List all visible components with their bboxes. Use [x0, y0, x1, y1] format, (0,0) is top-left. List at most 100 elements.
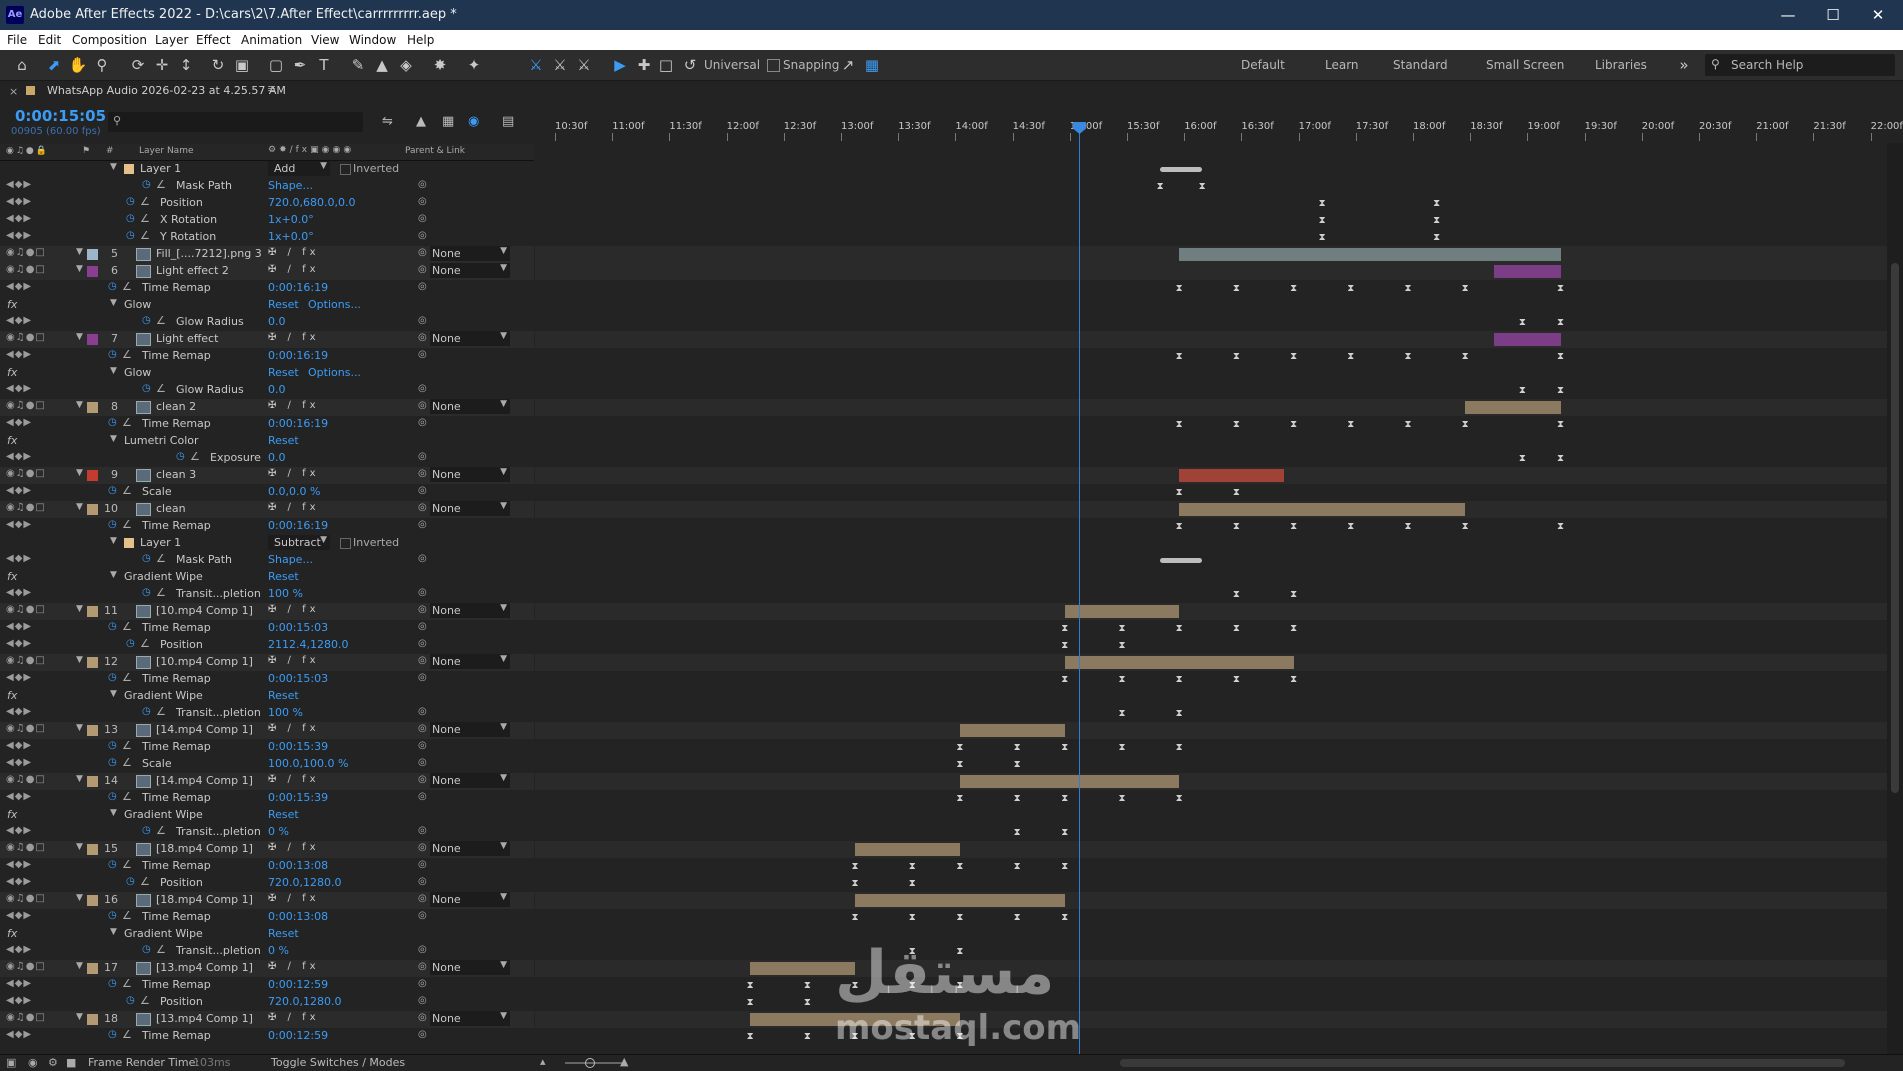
property-value[interactable]: 0:00:12:59	[268, 1029, 328, 1042]
keyframe-icon[interactable]: ⧗	[1290, 419, 1298, 430]
layer-row-prop[interactable]: ◀◆▶ ◷ ∠ Time Remap 0:00:16:19 ◎	[0, 518, 534, 535]
property-value[interactable]: 0:00:15:39	[268, 791, 328, 804]
layer-row-layer[interactable]: ◉♫●□ ▼ 8 clean 2 ✠ ∕ fx ◎ None ▼	[0, 399, 534, 416]
mask-path-span[interactable]	[1160, 558, 1203, 563]
menu-animation[interactable]: Animation	[241, 33, 302, 47]
layer-row-prop[interactable]: ◀◆▶ ◷ ∠ Transit...pletion 0 % ◎	[0, 943, 534, 960]
layer-row-prop[interactable]: ◀◆▶ ◷ ∠ Time Remap 0:00:13:08 ◎	[0, 909, 534, 926]
track-row[interactable]	[535, 807, 1887, 824]
expression-pick-whip-icon[interactable]: ◎	[418, 910, 427, 921]
keyframe-navigator[interactable]: ◀◆▶	[6, 995, 32, 1006]
stopwatch-icon[interactable]: ◷	[108, 519, 117, 530]
pan-behind-tool-icon[interactable]: ▣	[232, 55, 252, 75]
track-row[interactable]	[535, 603, 1887, 620]
rotation-tool-icon[interactable]: ↻	[208, 55, 228, 75]
keyframe-icon[interactable]: ⧗	[1118, 708, 1126, 719]
graph-icon[interactable]: ∠	[140, 637, 150, 650]
keyframe-navigator[interactable]: ◀◆▶	[6, 876, 32, 887]
stopwatch-icon[interactable]: ◷	[126, 638, 135, 649]
close-tab-icon[interactable]: ×	[9, 85, 18, 98]
parent-pick-whip-icon[interactable]: ◎	[418, 468, 427, 479]
rectangle-tool-icon[interactable]: ▢	[266, 55, 286, 75]
track-row[interactable]	[535, 433, 1887, 450]
layer-duration-bar[interactable]	[1493, 333, 1561, 346]
layer-name[interactable]: Light effect	[156, 332, 218, 345]
layer-label-color[interactable]	[87, 1014, 98, 1025]
property-value[interactable]: 0:00:16:19	[268, 417, 328, 430]
parent-pick-whip-icon[interactable]: ◎	[418, 264, 427, 275]
layer-row-layer[interactable]: ◉♫●□ ▼ 9 clean 3 ✠ ∕ fx ◎ None ▼	[0, 467, 534, 484]
keyframe-icon[interactable]: ⧗	[956, 759, 964, 770]
graph-icon[interactable]: ∠	[122, 620, 132, 633]
layer-switches[interactable]: ✠ ∕ fx	[268, 1012, 320, 1023]
parent-dropdown[interactable]: None ▼	[430, 722, 510, 737]
layer-row-prop[interactable]: ◀◆▶ ◷ ∠ Exposure 0.0 ◎	[0, 450, 534, 467]
graph-icon[interactable]: ∠	[156, 943, 166, 956]
twirl-expand-icon[interactable]: ▼	[76, 774, 83, 784]
parent-pick-whip-icon[interactable]: ◎	[418, 774, 427, 785]
av-switches[interactable]: ◉♫●□	[6, 774, 46, 785]
graph-icon[interactable]: ∠	[156, 586, 166, 599]
stopwatch-icon[interactable]: ◷	[108, 281, 117, 292]
layer-row-layer[interactable]: ◉♫●□ ▼ 17 [13.mp4 Comp 1] ✠ ∕ fx ◎ None ▼	[0, 960, 534, 977]
layer-switches[interactable]: ✠ ∕ fx	[268, 842, 320, 853]
property-value[interactable]: 100.0,100.0 %	[268, 757, 348, 770]
keyframe-icon[interactable]: ⧗	[1232, 623, 1240, 634]
fx-icon[interactable]: fx	[7, 570, 17, 583]
keyframe-navigator[interactable]: ◀◆▶	[6, 791, 32, 802]
graph-icon[interactable]: ∠	[122, 909, 132, 922]
clone-stamp-tool-icon[interactable]: ▲	[372, 55, 392, 75]
fx-icon[interactable]: fx	[7, 927, 17, 940]
workspace-default[interactable]: Default	[1241, 58, 1285, 72]
layer-row-effect[interactable]: fx ▼ Gradient Wipe Reset	[0, 688, 534, 705]
menu-composition[interactable]: Composition	[72, 33, 147, 47]
selection-tool-icon[interactable]: ⬈	[44, 55, 64, 75]
brush-tool-icon[interactable]: ✎	[348, 55, 368, 75]
timeline-zoom-handle[interactable]	[585, 1058, 595, 1068]
parent-dropdown[interactable]: None ▼	[430, 892, 510, 907]
mask-color-swatch[interactable]	[124, 164, 134, 174]
expression-pick-whip-icon[interactable]: ◎	[418, 672, 427, 683]
layer-row-prop[interactable]: ◀◆▶ ◷ ∠ Transit...pletion 100 % ◎	[0, 586, 534, 603]
track-row[interactable]: ⧗ ⧗	[535, 705, 1887, 722]
keyframe-icon[interactable]: ⧗	[1557, 453, 1565, 464]
keyframe-navigator[interactable]: ◀◆▶	[6, 179, 32, 190]
parent-pick-whip-icon[interactable]: ◎	[418, 893, 427, 904]
property-value[interactable]: 0.0	[268, 315, 286, 328]
keyframe-icon[interactable]: ⧗	[956, 861, 964, 872]
track-row[interactable]	[535, 688, 1887, 705]
track-row[interactable]: ⧗ ⧗	[535, 450, 1887, 467]
keyframe-navigator[interactable]: ◀◆▶	[6, 757, 32, 768]
layer-label-color[interactable]	[87, 844, 98, 855]
keyframe-icon[interactable]: ⧗	[1433, 215, 1441, 226]
keyframe-icon[interactable]: ⧗	[1290, 589, 1298, 600]
track-row[interactable]	[535, 552, 1887, 569]
keyframe-icon[interactable]: ⧗	[1232, 419, 1240, 430]
layer-row-effect[interactable]: fx ▼ Lumetri Color Reset	[0, 433, 534, 450]
keyframe-icon[interactable]: ⧗	[1061, 640, 1069, 651]
layer-name[interactable]: clean 2	[156, 400, 196, 413]
keyframe-icon[interactable]: ⧗	[1013, 861, 1021, 872]
track-row[interactable]	[535, 892, 1887, 909]
stopwatch-icon[interactable]: ◷	[126, 876, 135, 887]
keyframe-navigator[interactable]: ◀◆▶	[6, 213, 32, 224]
layer-duration-bar[interactable]	[855, 843, 960, 856]
expression-pick-whip-icon[interactable]: ◎	[418, 995, 427, 1006]
layer-row-layer[interactable]: ◉♫●□ ▼ 7 Light effect ✠ ∕ fx ◎ None ▼	[0, 331, 534, 348]
av-switches[interactable]: ◉♫●□	[6, 893, 46, 904]
layer-row-prop[interactable]: ◀◆▶ ◷ ∠ Time Remap 0:00:12:59 ◎	[0, 977, 534, 994]
layer-name[interactable]: [10.mp4 Comp 1]	[156, 604, 253, 617]
graph-icon[interactable]: ∠	[156, 382, 166, 395]
track-row[interactable]: ⧗ ⧗ ⧗ ⧗ ⧗	[535, 671, 1887, 688]
zoom-tool-icon[interactable]: ⚲	[92, 55, 112, 75]
keyframe-icon[interactable]: ⧗	[1175, 487, 1183, 498]
keyframe-icon[interactable]: ⧗	[1404, 419, 1412, 430]
stopwatch-icon[interactable]: ◷	[142, 587, 151, 598]
graph-icon[interactable]: ∠	[122, 671, 132, 684]
parent-dropdown[interactable]: None ▼	[430, 654, 510, 669]
layer-row-effect[interactable]: fx ▼ Gradient Wipe Reset	[0, 569, 534, 586]
stopwatch-icon[interactable]: ◷	[108, 1029, 117, 1040]
keyframe-navigator[interactable]: ◀◆▶	[6, 553, 32, 564]
twirl-expand-icon[interactable]: ▼	[76, 1012, 83, 1022]
keyframe-icon[interactable]: ⧗	[851, 878, 859, 889]
